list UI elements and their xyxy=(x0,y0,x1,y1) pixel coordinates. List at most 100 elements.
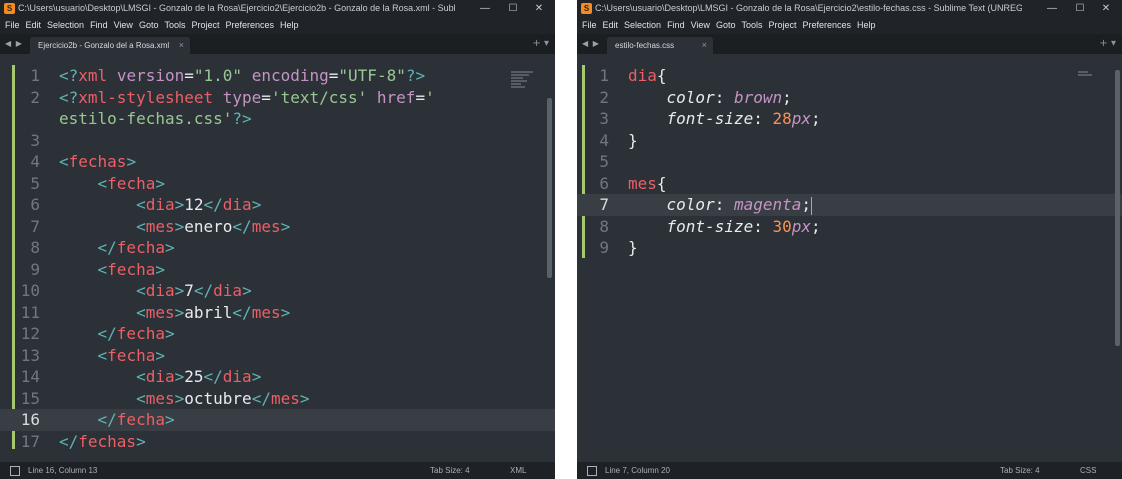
code-line[interactable]: 5 xyxy=(577,151,1122,173)
code-line[interactable]: 12 </fecha> xyxy=(0,323,555,345)
code-line[interactable]: 13 <fecha> xyxy=(0,345,555,367)
code-line[interactable]: 8 </fecha> xyxy=(0,237,555,259)
code-token: dia xyxy=(628,66,657,85)
code-line[interactable]: 3 font-size: 28px; xyxy=(577,108,1122,130)
menu-edit[interactable]: Edit xyxy=(600,17,622,33)
line-number: 9 xyxy=(599,238,609,257)
line-number: 1 xyxy=(599,66,609,85)
menu-tools[interactable]: Tools xyxy=(161,17,188,33)
code-line[interactable]: 6 <dia>12</dia> xyxy=(0,194,555,216)
minimap[interactable] xyxy=(511,70,533,96)
menu-file[interactable]: File xyxy=(2,17,23,33)
menu-tools[interactable]: Tools xyxy=(738,17,765,33)
tab-size-indicator[interactable]: Tab Size: 4 xyxy=(1000,462,1040,479)
code-token: > xyxy=(136,431,146,451)
code-area[interactable]: 1 dia{2 color: brown; 3 font-size: 28px; 4}… xyxy=(577,54,1122,259)
code-token: ?> xyxy=(232,109,252,128)
code-token: mes xyxy=(628,173,657,193)
menu-preferences[interactable]: Preferences xyxy=(799,17,854,33)
line-number: 4 xyxy=(599,130,609,150)
menu-goto[interactable]: Goto xyxy=(713,17,739,33)
menu-file[interactable]: File xyxy=(579,17,600,33)
menu-project[interactable]: Project xyxy=(765,17,799,33)
code-line[interactable]: 5 <fecha> xyxy=(0,173,555,195)
maximize-button[interactable]: ☐ xyxy=(1066,0,1094,17)
syntax-indicator[interactable]: CSS xyxy=(1080,462,1096,479)
menu-find[interactable]: Find xyxy=(664,17,688,33)
line-number: 6 xyxy=(30,195,40,214)
code-token: </ xyxy=(193,281,214,300)
minimap[interactable] xyxy=(1078,70,1100,96)
tab-close-icon[interactable]: × xyxy=(702,37,707,54)
code-line[interactable]: 1 dia{ xyxy=(577,65,1122,87)
code-line[interactable]: 7 <mes>enero</mes> xyxy=(0,216,555,238)
status-bar: Line 16, Column 13 Tab Size: 4 XML xyxy=(0,462,555,479)
code-token: 12 xyxy=(184,195,204,214)
code-line[interactable]: 3 xyxy=(0,130,555,152)
new-tab-icon[interactable]: + ▾ xyxy=(1099,34,1116,54)
maximize-button[interactable]: ☐ xyxy=(499,0,527,17)
code-editor[interactable]: 1 <?xml version="1.0" encoding="UTF-8"?> 2… xyxy=(0,54,555,462)
line-number: 7 xyxy=(599,195,609,214)
menu-selection[interactable]: Selection xyxy=(44,17,87,33)
code-line[interactable]: 2 color: brown; xyxy=(577,87,1122,109)
code-token: estilo-fechas.css' xyxy=(59,109,233,128)
menu-goto[interactable]: Goto xyxy=(136,17,162,33)
tab-bar: ◀ ▶ estilo-fechas.css × + ▾ xyxy=(577,34,1122,54)
code-line[interactable]: 6 mes{ xyxy=(577,173,1122,195)
tab-nav-arrows-icon[interactable]: ◀ ▶ xyxy=(5,34,23,54)
code-token: px xyxy=(791,109,812,128)
close-button[interactable]: ✕ xyxy=(1092,0,1120,17)
panel-toggle-icon[interactable] xyxy=(10,466,20,476)
minimize-button[interactable]: — xyxy=(1038,0,1066,17)
code-line[interactable]: 17 </fechas> xyxy=(0,431,555,453)
title-bar[interactable]: S C:\Users\usuario\Desktop\LMSGI - Gonza… xyxy=(577,0,1122,17)
scrollbar-thumb[interactable] xyxy=(547,98,552,278)
code-line[interactable]: 16 </fecha> xyxy=(0,409,555,431)
code-line[interactable]: 14 <dia>25</dia> xyxy=(0,366,555,388)
tab-size-indicator[interactable]: Tab Size: 4 xyxy=(430,462,470,479)
menu-find[interactable]: Find xyxy=(87,17,111,33)
code-line[interactable]: 10 <dia>7</dia> xyxy=(0,280,555,302)
title-bar[interactable]: S C:\Users\usuario\Desktop\LMSGI - Gonza… xyxy=(0,0,555,17)
line-number: 11 xyxy=(20,302,40,322)
line-text: <dia>25</dia> xyxy=(59,366,261,388)
tab-xml-file[interactable]: Ejercicio2b - Gonzalo del a Rosa.xml × xyxy=(30,37,190,54)
code-line[interactable]: 11 <mes>abril</mes> xyxy=(0,302,555,324)
code-line[interactable]: 9 <fecha> xyxy=(0,259,555,281)
menu-selection[interactable]: Selection xyxy=(621,17,664,33)
code-editor[interactable]: 1 dia{2 color: brown; 3 font-size: 28px; 4}… xyxy=(577,54,1122,462)
code-line[interactable]: 9} xyxy=(577,237,1122,259)
code-line[interactable]: estilo-fechas.css'?> xyxy=(0,108,555,130)
menu-help[interactable]: Help xyxy=(854,17,879,33)
code-line[interactable]: 15 <mes>octubre</mes> xyxy=(0,388,555,410)
code-area[interactable]: 1 <?xml version="1.0" encoding="UTF-8"?> 2… xyxy=(0,54,555,452)
line-number: 10 xyxy=(20,281,40,300)
tab-css-file[interactable]: estilo-fechas.css × xyxy=(607,37,713,54)
code-line[interactable]: 1 <?xml version="1.0" encoding="UTF-8"?> xyxy=(0,65,555,87)
menu-view[interactable]: View xyxy=(688,17,713,33)
line-number: 17 xyxy=(20,431,40,451)
menu-project[interactable]: Project xyxy=(188,17,222,33)
menu-view[interactable]: View xyxy=(111,17,136,33)
code-token: : xyxy=(714,195,734,214)
line-text: </fecha> xyxy=(59,323,175,345)
panel-toggle-icon[interactable] xyxy=(587,466,597,476)
tab-close-icon[interactable]: × xyxy=(179,37,184,54)
menu-edit[interactable]: Edit xyxy=(23,17,45,33)
line-number: 3 xyxy=(30,130,40,150)
menu-preferences[interactable]: Preferences xyxy=(222,17,277,33)
tab-nav-arrows-icon[interactable]: ◀ ▶ xyxy=(582,34,600,54)
code-line[interactable]: 4} xyxy=(577,130,1122,152)
scrollbar-thumb[interactable] xyxy=(1115,70,1120,346)
code-line[interactable]: 4 <fechas> xyxy=(0,151,555,173)
new-tab-icon[interactable]: + ▾ xyxy=(532,34,549,54)
menu-help[interactable]: Help xyxy=(277,17,302,33)
minimize-button[interactable]: — xyxy=(471,0,499,17)
code-line[interactable]: 7 color: magenta; xyxy=(577,194,1122,216)
close-button[interactable]: ✕ xyxy=(525,0,553,17)
syntax-indicator[interactable]: XML xyxy=(510,462,526,479)
code-line[interactable]: 2 <?xml-stylesheet type='text/css' href=' xyxy=(0,87,555,109)
code-line[interactable]: 8 font-size: 30px; xyxy=(577,216,1122,238)
